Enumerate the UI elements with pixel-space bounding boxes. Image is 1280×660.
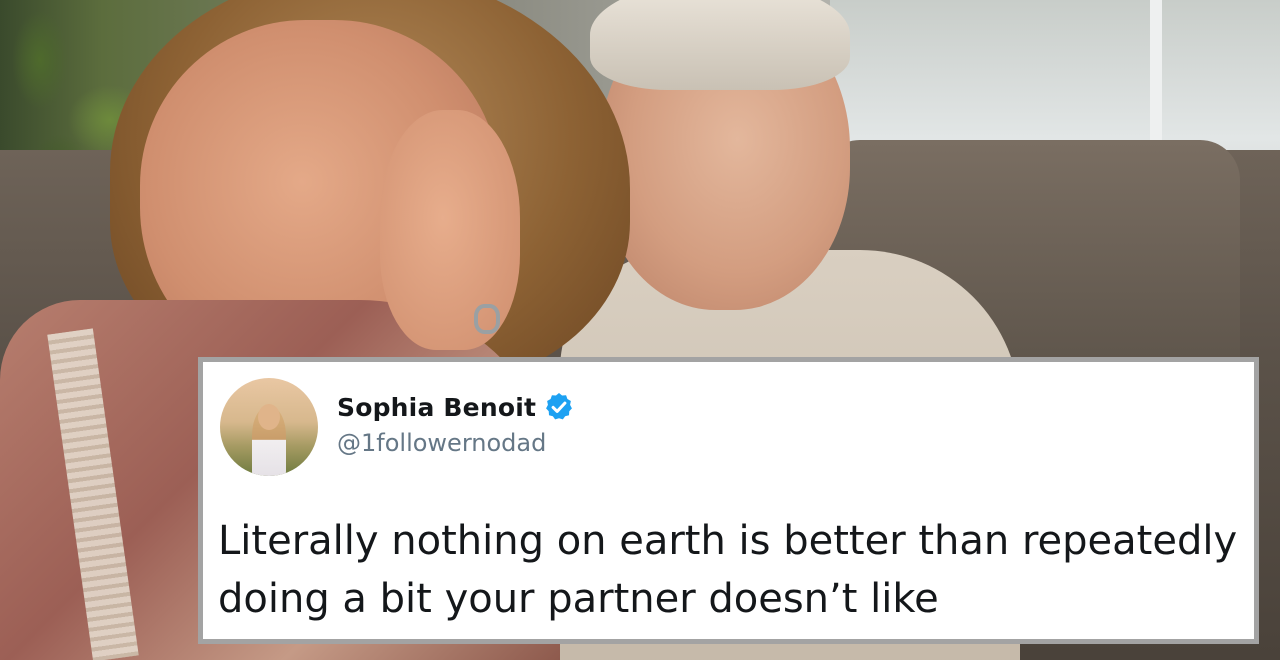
verified-badge-icon	[543, 391, 575, 423]
avatar-head	[258, 404, 280, 430]
display-name-row: Sophia Benoit	[337, 388, 575, 426]
user-handle[interactable]: @1followernodad	[337, 429, 575, 457]
tweet-author: Sophia Benoit @1followernodad	[337, 388, 575, 457]
ring	[474, 304, 500, 334]
tweet-text: Literally nothing on earth is better tha…	[218, 518, 1238, 622]
display-name[interactable]: Sophia Benoit	[337, 393, 536, 422]
avatar[interactable]	[220, 378, 318, 476]
man-hair	[590, 0, 850, 90]
tweet-card: Sophia Benoit @1followernodad Literally …	[198, 357, 1259, 644]
